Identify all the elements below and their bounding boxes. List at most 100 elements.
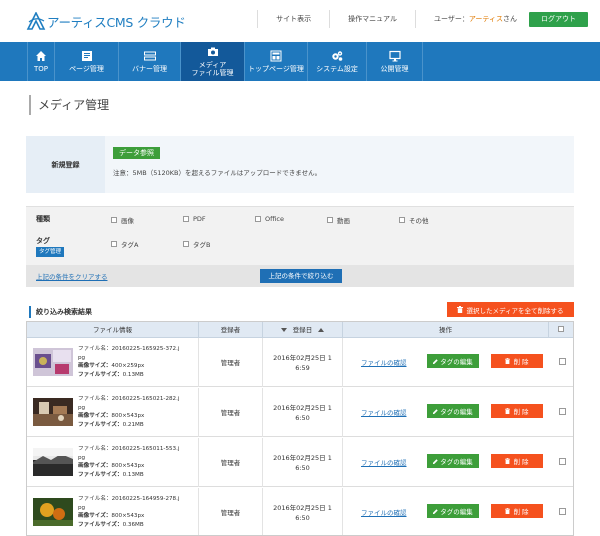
- document-icon: [81, 51, 92, 61]
- file-size-line: ファイルサイズ：0.13MB: [78, 471, 198, 480]
- checkbox[interactable]: [111, 217, 117, 223]
- file-info-cell: ファイル名：20160225-165021-282.j pg 画像サイズ：800…: [27, 388, 199, 437]
- date-line1: 2016年02月25日 1: [273, 503, 332, 512]
- edit-tags-button[interactable]: タグの編集: [427, 354, 479, 368]
- delete-label: 削 除: [513, 358, 529, 366]
- file-size: 0.13MB: [122, 371, 144, 378]
- row-checkbox[interactable]: [559, 408, 566, 415]
- date-line2: 6:59: [295, 363, 310, 372]
- nav-item-top[interactable]: TOP: [27, 42, 55, 81]
- delete-selected-label: 選択したメディアを全て削除する: [466, 306, 564, 315]
- checkbox[interactable]: [183, 241, 189, 247]
- browse-data-button[interactable]: データ参照: [113, 147, 160, 159]
- view-file-link[interactable]: ファイルの確認: [361, 357, 407, 367]
- delete-button[interactable]: 削 除: [491, 454, 543, 468]
- media-thumbnail[interactable]: [33, 398, 73, 426]
- media-thumbnail[interactable]: [33, 448, 73, 476]
- logout-button[interactable]: ログアウト: [529, 11, 588, 27]
- date-cell: 2016年02月25日 1 6:50: [263, 488, 343, 535]
- checkbox[interactable]: [327, 217, 333, 223]
- tag-option-b[interactable]: タグB: [183, 239, 210, 249]
- tag-manage-button[interactable]: タグ管理: [36, 247, 65, 257]
- file-name: 20160225-165011-553.j: [111, 446, 180, 452]
- type-option-video[interactable]: 動画: [327, 215, 350, 225]
- nav-label-line2: ファイル管理: [191, 69, 234, 77]
- delete-button[interactable]: 削 除: [491, 504, 543, 518]
- image-size-line: 画像サイズ：800×543px: [78, 412, 198, 421]
- table-row: ファイル名：20160225-164959-278.j pg 画像サイズ：800…: [27, 488, 573, 535]
- col-select-all[interactable]: [549, 322, 573, 338]
- date-cell: 2016年02月25日 1 6:50: [263, 438, 343, 487]
- camera-icon: [207, 47, 218, 56]
- row-checkbox[interactable]: [559, 508, 566, 515]
- view-file-link[interactable]: ファイルの確認: [361, 507, 407, 517]
- file-size: 0.36MB: [122, 521, 144, 528]
- site-view-link[interactable]: サイト表示: [257, 10, 329, 28]
- nav-label: TOP: [33, 65, 48, 73]
- checkbox[interactable]: [111, 241, 117, 247]
- file-info-cell: ファイル名：20160225-165925-372.j pg 画像サイズ：400…: [27, 338, 199, 387]
- header: アーティスCMS クラウド サイト表示 操作マニュアル ユーザー：アーティスさん…: [0, 0, 600, 42]
- nav-item-media[interactable]: メディア ファイル管理: [181, 42, 245, 81]
- edit-tags-button[interactable]: タグの編集: [427, 404, 479, 418]
- select-all-checkbox[interactable]: [558, 326, 564, 332]
- main-nav: TOP ページ管理 バナー管理 メディア ファイル管理 トップページ管理 システ…: [0, 42, 600, 81]
- image-size-line: 画像サイズ：400×259px: [78, 362, 198, 371]
- view-file-link[interactable]: ファイルの確認: [361, 407, 407, 417]
- type-option-image[interactable]: 画像: [111, 215, 134, 225]
- file-size: 0.13MB: [122, 471, 144, 478]
- nav-item-pages[interactable]: ページ管理: [55, 42, 119, 81]
- media-thumbnail[interactable]: [33, 348, 73, 376]
- nav-item-banners[interactable]: バナー管理: [119, 42, 181, 81]
- col-date[interactable]: 登録日: [263, 322, 343, 338]
- results-table: ファイル情報 登録者 登録日 操作 ファイル名：20160225-165925-…: [26, 321, 574, 536]
- apply-filter-button[interactable]: 上記の条件で絞り込む: [260, 269, 342, 283]
- registrant-cell: 管理者: [199, 338, 263, 387]
- type-option-other[interactable]: その他: [399, 215, 429, 225]
- row-checkbox[interactable]: [559, 458, 566, 465]
- date-line1: 2016年02月25日 1: [273, 453, 332, 462]
- nav-item-toppage[interactable]: トップページ管理: [245, 42, 308, 81]
- file-name-line: ファイル名：20160225-164959-278.j: [78, 495, 198, 504]
- image-size: 400×259px: [111, 363, 145, 369]
- file-size-label: ファイルサイズ：: [78, 471, 123, 478]
- date-cell: 2016年02月25日 1 6:59: [263, 338, 343, 387]
- file-name-label: ファイル名：: [78, 396, 112, 402]
- media-thumbnail[interactable]: [33, 498, 73, 526]
- file-info-text: ファイル名：20160225-165925-372.j pg 画像サイズ：400…: [78, 345, 198, 379]
- checkbox[interactable]: [183, 216, 189, 222]
- option-label: 画像: [121, 217, 134, 225]
- select-cell: [549, 388, 573, 437]
- edit-tags-button[interactable]: タグの編集: [427, 504, 479, 518]
- sort-asc-icon[interactable]: [318, 328, 325, 332]
- registrant-cell: 管理者: [199, 388, 263, 437]
- manual-link[interactable]: 操作マニュアル: [329, 10, 415, 28]
- date-line2: 6:50: [295, 513, 310, 522]
- delete-selected-button[interactable]: 選択したメディアを全て削除する: [447, 302, 574, 317]
- view-file-link[interactable]: ファイルの確認: [361, 457, 407, 467]
- nav-label: トップページ管理: [248, 65, 304, 73]
- nav-label: ページ管理: [69, 65, 104, 73]
- tag-option-a[interactable]: タグA: [111, 239, 138, 249]
- checkbox[interactable]: [399, 217, 405, 223]
- sort-desc-icon[interactable]: [280, 328, 287, 332]
- delete-button[interactable]: 削 除: [491, 354, 543, 368]
- pencil-icon: [433, 408, 438, 414]
- edit-tags-button[interactable]: タグの編集: [427, 454, 479, 468]
- type-option-pdf[interactable]: PDF: [183, 215, 206, 223]
- clear-filter-link[interactable]: 上記の条件をクリアする: [36, 271, 108, 281]
- type-option-office[interactable]: Office: [255, 215, 284, 223]
- registrant-cell: 管理者: [199, 438, 263, 487]
- delete-button[interactable]: 削 除: [491, 404, 543, 418]
- checkbox[interactable]: [255, 216, 261, 222]
- option-label: 動画: [337, 217, 350, 225]
- logo[interactable]: アーティスCMS クラウド: [26, 11, 186, 31]
- nav-item-system[interactable]: システム設定: [308, 42, 367, 81]
- nav-item-publish[interactable]: 公開管理: [367, 42, 423, 81]
- pencil-icon: [433, 358, 438, 364]
- row-checkbox[interactable]: [559, 358, 566, 365]
- delete-label: 削 除: [513, 408, 529, 416]
- header-links: サイト表示 操作マニュアル ユーザー：アーティスさん ログアウト: [257, 10, 600, 28]
- date-cell: 2016年02月25日 1 6:50: [263, 388, 343, 437]
- select-cell: [549, 438, 573, 487]
